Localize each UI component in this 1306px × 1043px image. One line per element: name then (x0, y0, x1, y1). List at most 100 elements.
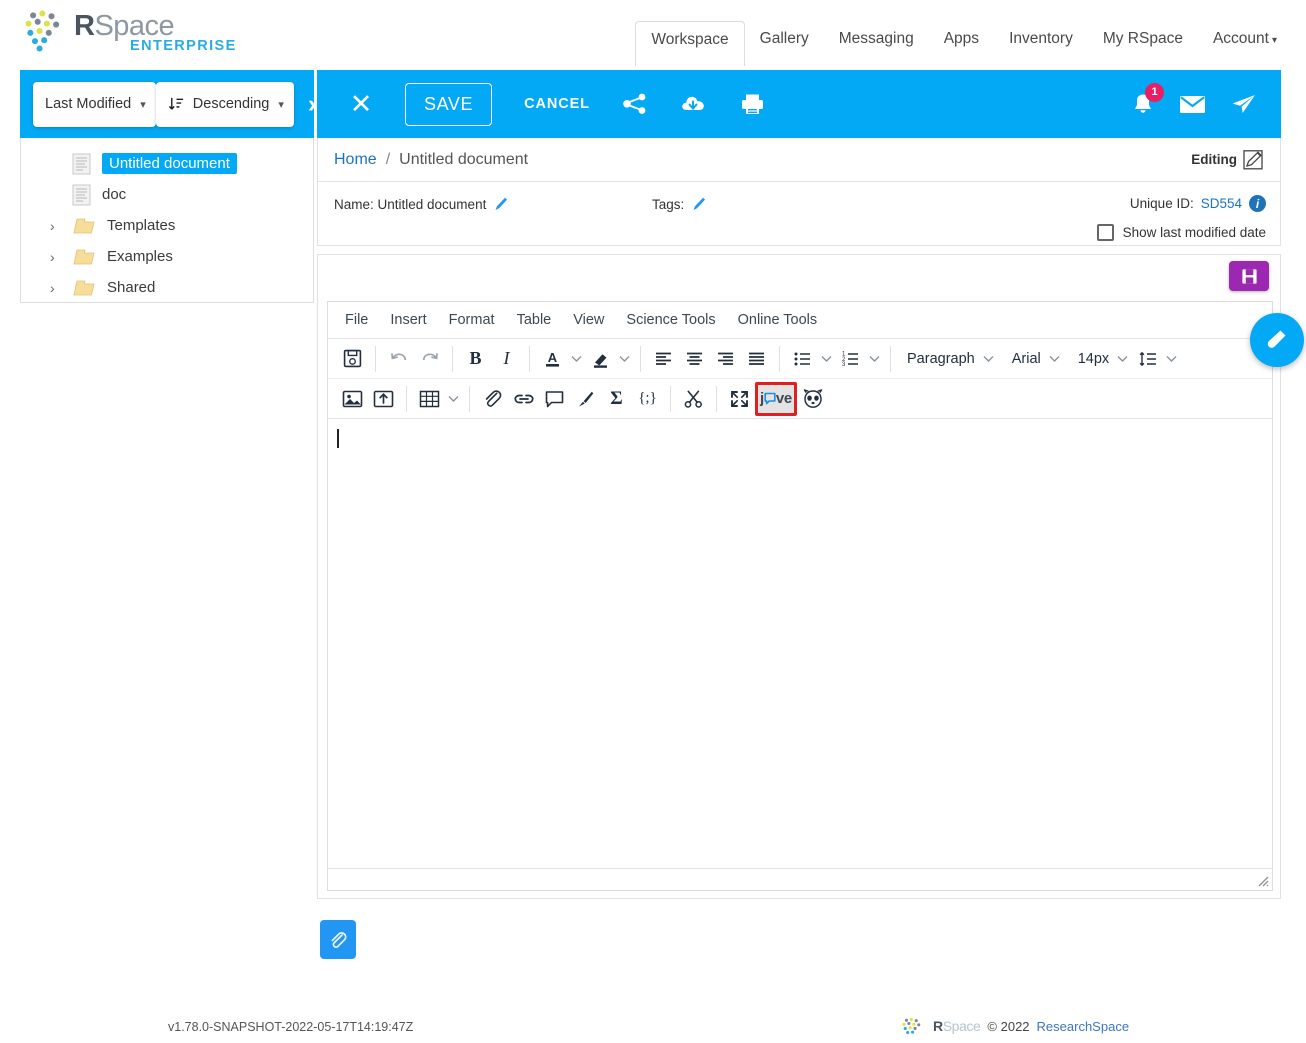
editor-card: File Insert Format Table View Science To… (317, 254, 1281, 899)
tree-item-templates[interactable]: › Templates (20, 210, 314, 241)
breadcrumb-home[interactable]: Home (334, 151, 377, 169)
tree-expand-chevron[interactable]: › (50, 249, 72, 265)
nav-account-label: Account (1212, 30, 1269, 47)
chevron-down-icon (821, 355, 832, 362)
chevron-down-icon (619, 355, 630, 362)
nav-gallery[interactable]: Gallery (745, 21, 824, 66)
show-last-modified-checkbox[interactable] (1096, 224, 1114, 241)
expand-sidebar-button[interactable]: › (308, 91, 316, 117)
footer-brand-space: Space (942, 1018, 981, 1034)
numbered-list-menu-button[interactable] (866, 344, 883, 374)
menu-format[interactable]: Format (438, 307, 506, 333)
toolbar-divider (716, 385, 717, 412)
footer-company-link[interactable]: ResearchSpace (1037, 1019, 1130, 1034)
share-button[interactable] (622, 92, 648, 116)
line-height-select[interactable] (1137, 344, 1186, 374)
edit-pencil-icon[interactable] (1243, 149, 1264, 170)
undo-button[interactable] (383, 344, 414, 374)
numbered-list-button[interactable]: 1 2 3 (835, 344, 866, 374)
highlight-color-menu-button[interactable] (616, 344, 633, 374)
bullet-list-button[interactable] (787, 344, 818, 374)
text-color-menu-button[interactable] (568, 344, 585, 374)
insert-link-button[interactable] (508, 384, 539, 414)
tree-item-shared[interactable]: › Shared (20, 272, 314, 303)
nav-my-rspace[interactable]: My RSpace (1088, 21, 1198, 66)
editor-toolbar-row-2: Σ {;} j ve (328, 379, 1272, 419)
save-document-button[interactable] (337, 344, 368, 374)
insert-image-button[interactable] (337, 384, 368, 414)
tree-expand-chevron[interactable]: › (50, 280, 72, 296)
info-icon[interactable]: i (1249, 195, 1266, 212)
nav-messaging[interactable]: Messaging (824, 21, 929, 66)
bold-button[interactable]: B (460, 344, 491, 374)
font-size-select[interactable]: 14px (1069, 344, 1137, 374)
export-button[interactable] (680, 92, 708, 116)
cancel-button[interactable]: CANCEL (524, 96, 590, 112)
menu-view[interactable]: View (562, 307, 615, 333)
nav-apps[interactable]: Apps (929, 21, 994, 66)
print-button[interactable] (740, 92, 765, 116)
unique-id-value[interactable]: SD554 (1201, 196, 1242, 211)
rspace-dots-logo-icon (902, 1017, 921, 1035)
edit-tags-pencil-icon[interactable] (692, 196, 706, 212)
chevron-down-icon (448, 395, 459, 402)
text-color-button[interactable]: A (537, 344, 568, 374)
brand-logo-area[interactable]: RSpace ENTERPRISE (22, 4, 235, 60)
toolbar-divider (469, 385, 470, 412)
insert-comment-button[interactable] (539, 384, 570, 414)
align-right-button[interactable] (710, 344, 741, 374)
insert-equation-button[interactable]: Σ (601, 384, 632, 414)
editor-content-area[interactable] (328, 419, 1272, 868)
nav-account[interactable]: Account ▾ (1198, 21, 1292, 66)
close-document-button[interactable]: ✕ (341, 84, 381, 124)
menu-file[interactable]: File (334, 307, 379, 333)
text-color-icon: A (546, 350, 559, 367)
tree-item-examples[interactable]: › Examples (20, 241, 314, 272)
insert-from-gallery-button[interactable] (368, 384, 399, 414)
notifications-button[interactable]: 1 (1131, 82, 1164, 117)
sort-field-select[interactable]: Last Modified ▾ (33, 81, 156, 127)
send-message-button[interactable] (1230, 92, 1257, 116)
protocols-io-button[interactable] (797, 384, 828, 414)
messages-button[interactable] (1179, 94, 1206, 115)
snip-tool-button[interactable] (678, 384, 709, 414)
insert-snippet-button[interactable]: {;} (632, 384, 663, 414)
quick-save-button[interactable] (1229, 261, 1269, 291)
attach-file-button[interactable] (477, 384, 508, 414)
redo-arrow-icon (422, 352, 438, 360)
highlight-color-button[interactable] (585, 344, 616, 374)
redo-button[interactable] (414, 344, 445, 374)
align-justify-button[interactable] (741, 344, 772, 374)
add-attachment-button[interactable] (320, 920, 356, 959)
insert-sketch-button[interactable] (570, 384, 601, 414)
align-center-button[interactable] (679, 344, 710, 374)
table-menu-button[interactable] (445, 384, 462, 414)
text-cursor (337, 429, 339, 448)
menu-insert[interactable]: Insert (379, 307, 437, 333)
save-button[interactable]: SAVE (405, 82, 493, 126)
sort-order-select[interactable]: Descending ▾ (155, 81, 294, 127)
bullet-list-menu-button[interactable] (818, 344, 835, 374)
tree-expand-chevron[interactable]: › (50, 218, 72, 234)
inventory-fab-button[interactable] (1250, 313, 1304, 367)
edit-name-pencil-icon[interactable] (494, 196, 508, 212)
cloud-download-icon (682, 96, 704, 110)
font-family-value: Arial (1011, 350, 1041, 367)
nav-workspace[interactable]: Workspace (635, 21, 745, 66)
editor-resize-handle[interactable] (1257, 875, 1269, 887)
menu-table[interactable]: Table (506, 307, 563, 333)
menu-science-tools[interactable]: Science Tools (615, 307, 726, 333)
tree-item-untitled-document[interactable]: Untitled document (20, 148, 314, 179)
block-format-select[interactable]: Paragraph (898, 344, 1003, 374)
jove-button[interactable]: j ve (755, 381, 797, 416)
menu-online-tools[interactable]: Online Tools (727, 307, 829, 333)
show-last-modified-row[interactable]: Show last modified date (1096, 224, 1266, 241)
insert-table-button[interactable] (414, 384, 445, 414)
tree-item-doc[interactable]: doc (20, 179, 314, 210)
nav-inventory[interactable]: Inventory (994, 21, 1088, 66)
fullscreen-button[interactable] (724, 384, 755, 414)
align-left-button[interactable] (648, 344, 679, 374)
toolbar-divider (779, 345, 780, 372)
italic-button[interactable]: I (491, 344, 522, 374)
font-family-select[interactable]: Arial (1003, 344, 1069, 374)
